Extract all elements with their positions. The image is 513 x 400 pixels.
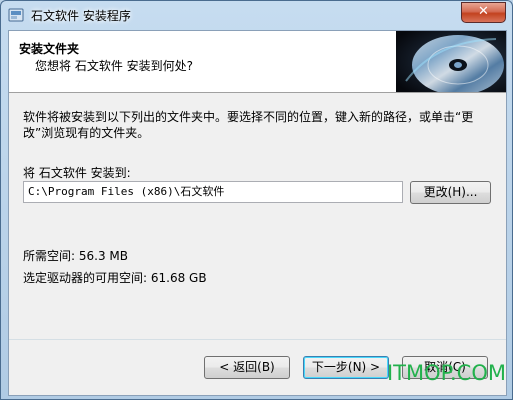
page-title: 安装文件夹 <box>19 42 80 56</box>
next-button[interactable]: 下一步(N) > <box>303 356 389 379</box>
install-location-label: 将 石文软件 安装到: <box>23 166 131 180</box>
wizard-header: 安装文件夹 您想将 石文软件 安装到何处? <box>9 31 506 93</box>
installer-app-icon <box>8 8 24 22</box>
footer-divider <box>9 339 506 340</box>
title-bar[interactable]: 石文软件 安装程序 ✕ <box>1 1 512 29</box>
instructions-text: 软件将被安装到以下列出的文件夹中。要选择不同的位置，键入新的路径，或单击“更改”… <box>23 110 474 140</box>
install-path-field[interactable]: C:\Program Files (x86)\石文软件 <box>23 181 403 203</box>
window-title: 石文软件 安装程序 <box>31 9 131 23</box>
change-folder-button[interactable]: 更改(H)... <box>410 181 491 204</box>
available-space-text: 选定驱动器的可用空间: 61.68 GB <box>23 271 207 285</box>
cd-disc-image <box>396 31 506 92</box>
page-subtitle: 您想将 石文软件 安装到何处? <box>35 59 193 73</box>
close-button[interactable]: ✕ <box>461 2 506 23</box>
back-button[interactable]: < 返回(B) <box>204 356 290 379</box>
required-space-text: 所需空间: 56.3 MB <box>23 249 128 263</box>
dialog-client-area: 安装文件夹 您想将 石文软件 安装到何处? 软件将被安装到以下列出的文件夹中。要… <box>8 30 507 396</box>
installer-window: 石文软件 安装程序 ✕ 安装文件夹 您想将 石文软件 安装到何处? 软件将被安装… <box>0 0 513 400</box>
watermark-text: ITMOP.COM <box>386 361 506 385</box>
